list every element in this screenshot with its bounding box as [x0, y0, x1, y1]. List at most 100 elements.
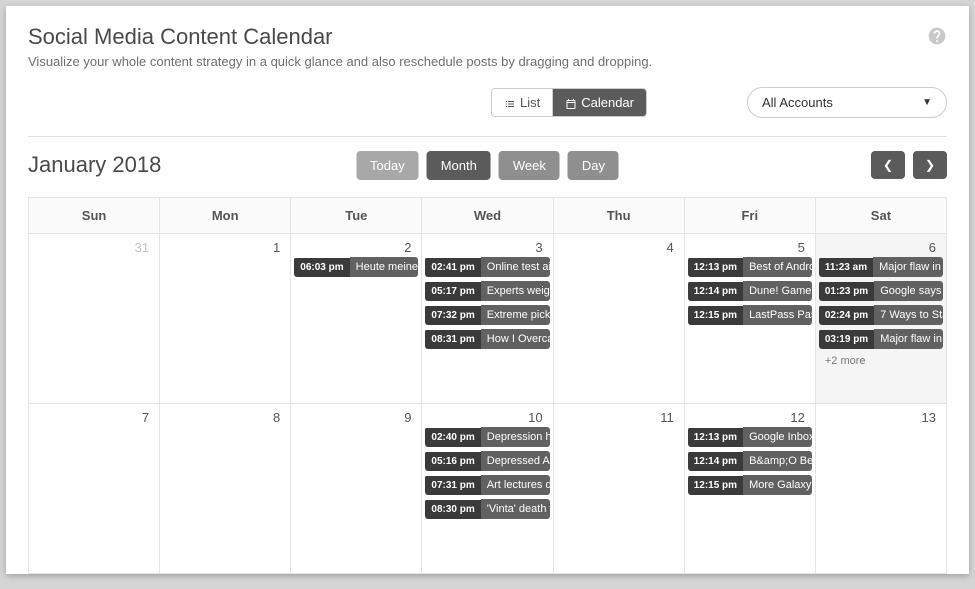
account-select-value: All Accounts	[762, 95, 833, 110]
page-header: Social Media Content Calendar Visualize …	[28, 24, 947, 69]
range-controls: Today Month Week Day	[356, 151, 619, 180]
list-view-button[interactable]: List	[492, 89, 553, 116]
event-title: Best of Android 2	[743, 257, 812, 277]
today-button[interactable]: Today	[356, 151, 419, 180]
event-time: 02:40 pm	[425, 428, 480, 447]
events-container: 11:23 amMajor flaw in mill01:23 pmGoogle…	[816, 257, 946, 369]
day-number: 8	[160, 404, 290, 427]
day-number: 31	[29, 234, 159, 257]
calendar-event[interactable]: 06:03 pmHeute meine Top	[294, 257, 418, 277]
calendar-day-cell[interactable]: 611:23 amMajor flaw in mill01:23 pmGoogl…	[815, 234, 946, 404]
weekday-header-row: SunMonTueWedThuFriSat	[29, 198, 947, 234]
day-number: 12	[685, 404, 815, 427]
day-button[interactable]: Day	[568, 151, 619, 180]
weekday-header: Wed	[422, 198, 553, 234]
next-button[interactable]: ❯	[913, 151, 947, 179]
help-icon[interactable]	[927, 24, 947, 47]
event-title: Depressed Asian	[481, 451, 550, 471]
calendar-view-button[interactable]: Calendar	[553, 89, 646, 116]
app-container: Social Media Content Calendar Visualize …	[6, 6, 969, 574]
nav-controls: ❮ ❯	[871, 151, 947, 179]
event-title: Experts weigh in	[481, 281, 550, 301]
calendar-day-cell[interactable]: 7	[29, 404, 160, 574]
more-events-link[interactable]: +2 more	[819, 353, 943, 369]
event-time: 01:23 pm	[819, 282, 874, 301]
event-title: Depression https	[481, 427, 550, 447]
calendar-event[interactable]: 05:16 pmDepressed Asian	[425, 451, 549, 471]
event-time: 06:03 pm	[294, 258, 349, 277]
event-title: Dune! Game App	[743, 281, 812, 301]
calendar-event[interactable]: 02:40 pmDepression https	[425, 427, 549, 447]
calendar-day-cell[interactable]: 1002:40 pmDepression https05:16 pmDepres…	[422, 404, 553, 574]
calendar-event[interactable]: 12:13 pmGoogle Inbox will	[688, 427, 812, 447]
event-title: 7 Ways to Stay Fi	[874, 305, 943, 325]
calendar-day-cell[interactable]: 31	[29, 234, 160, 404]
calendar-event[interactable]: 11:23 amMajor flaw in mill	[819, 257, 943, 277]
event-title: More Galaxy S9 F	[743, 475, 812, 495]
list-view-label: List	[520, 95, 540, 110]
calendar-event[interactable]: 03:19 pmMajor flaw in mill	[819, 329, 943, 349]
calendar-day-cell[interactable]: 1	[160, 234, 291, 404]
calendar-event[interactable]: 08:30 pm'Vinta' death toll l	[425, 499, 549, 519]
event-time: 12:15 pm	[688, 476, 743, 495]
calendar-day-cell[interactable]: 4	[553, 234, 684, 404]
prev-button[interactable]: ❮	[871, 151, 905, 179]
event-time: 11:23 am	[819, 258, 873, 277]
calendar-event[interactable]: 02:41 pmOnline test aims	[425, 257, 549, 277]
calendar-day-cell[interactable]: 512:13 pmBest of Android 2 12:14 pmDune! …	[684, 234, 815, 404]
week-button[interactable]: Week	[499, 151, 560, 180]
calendar-event[interactable]: 08:31 pmHow I Overcame	[425, 329, 549, 349]
calendar-day-cell[interactable]: 11	[553, 404, 684, 574]
day-number: 13	[816, 404, 946, 427]
event-title: Major flaw in mill	[873, 257, 943, 277]
event-title: Online test aims	[481, 257, 550, 277]
event-time: 08:31 pm	[425, 330, 480, 349]
weekday-header: Tue	[291, 198, 422, 234]
event-time: 02:24 pm	[819, 306, 874, 325]
calendar-day-cell[interactable]: 302:41 pmOnline test aims05:17 pmExperts…	[422, 234, 553, 404]
calendar-event[interactable]: 07:32 pmExtreme picky ea	[425, 305, 549, 325]
day-number: 5	[685, 234, 815, 257]
event-title: Extreme picky ea	[481, 305, 550, 325]
calendar-day-cell[interactable]: 9	[291, 404, 422, 574]
event-time: 12:15 pm	[688, 306, 743, 325]
day-number: 2	[291, 234, 421, 257]
calendar-event[interactable]: 07:31 pmArt lectures detai	[425, 475, 549, 495]
events-container: 12:13 pmGoogle Inbox will 12:14 pmB&amp;O…	[685, 427, 815, 495]
event-title: How I Overcame	[481, 329, 550, 349]
event-time: 12:14 pm	[688, 282, 743, 301]
event-title: LastPass Passwo	[743, 305, 812, 325]
calendar-day-cell[interactable]: 13	[815, 404, 946, 574]
event-title: Google says Assi	[874, 281, 943, 301]
events-container: 02:40 pmDepression https 05:16 pmDepresse…	[422, 427, 552, 519]
calendar-day-cell[interactable]: 8	[160, 404, 291, 574]
weekday-header: Sun	[29, 198, 160, 234]
caret-down-icon: ▼	[922, 97, 932, 108]
account-select[interactable]: All Accounts ▼	[747, 87, 947, 118]
event-time: 12:14 pm	[688, 452, 743, 471]
calendar-event[interactable]: 05:17 pmExperts weigh in	[425, 281, 549, 301]
calendar-body: 311206:03 pmHeute meine Top302:41 pmOnli…	[29, 234, 947, 574]
weekday-header: Sat	[815, 198, 946, 234]
calendar-event[interactable]: 12:14 pmB&amp;O Beoplay	[688, 451, 812, 471]
weekday-header: Fri	[684, 198, 815, 234]
calendar-toolbar: January 2018 Today Month Week Day ❮ ❯	[28, 151, 947, 179]
calendar-event[interactable]: 01:23 pmGoogle says Assi	[819, 281, 943, 301]
calendar-event[interactable]: 02:24 pm7 Ways to Stay Fi	[819, 305, 943, 325]
month-button[interactable]: Month	[427, 151, 491, 180]
event-title: Major flaw in mill	[874, 329, 943, 349]
calendar-day-cell[interactable]: 1212:13 pmGoogle Inbox will 12:14 pmB&amp…	[684, 404, 815, 574]
events-container: 06:03 pmHeute meine Top	[291, 257, 421, 277]
list-icon	[504, 95, 516, 110]
event-title: B&amp;O Beoplay	[743, 451, 812, 471]
calendar-event[interactable]: 12:15 pmLastPass Passwo	[688, 305, 812, 325]
page-title: Social Media Content Calendar	[28, 24, 652, 50]
calendar-event[interactable]: 12:15 pmMore Galaxy S9 F	[688, 475, 812, 495]
chevron-left-icon: ❮	[883, 158, 893, 172]
event-time: 12:13 pm	[688, 428, 743, 447]
calendar-day-cell[interactable]: 206:03 pmHeute meine Top	[291, 234, 422, 404]
page-subtitle: Visualize your whole content strategy in…	[28, 54, 652, 69]
calendar-event[interactable]: 12:13 pmBest of Android 2	[688, 257, 812, 277]
view-toggle: List Calendar	[491, 88, 647, 117]
calendar-event[interactable]: 12:14 pmDune! Game App	[688, 281, 812, 301]
